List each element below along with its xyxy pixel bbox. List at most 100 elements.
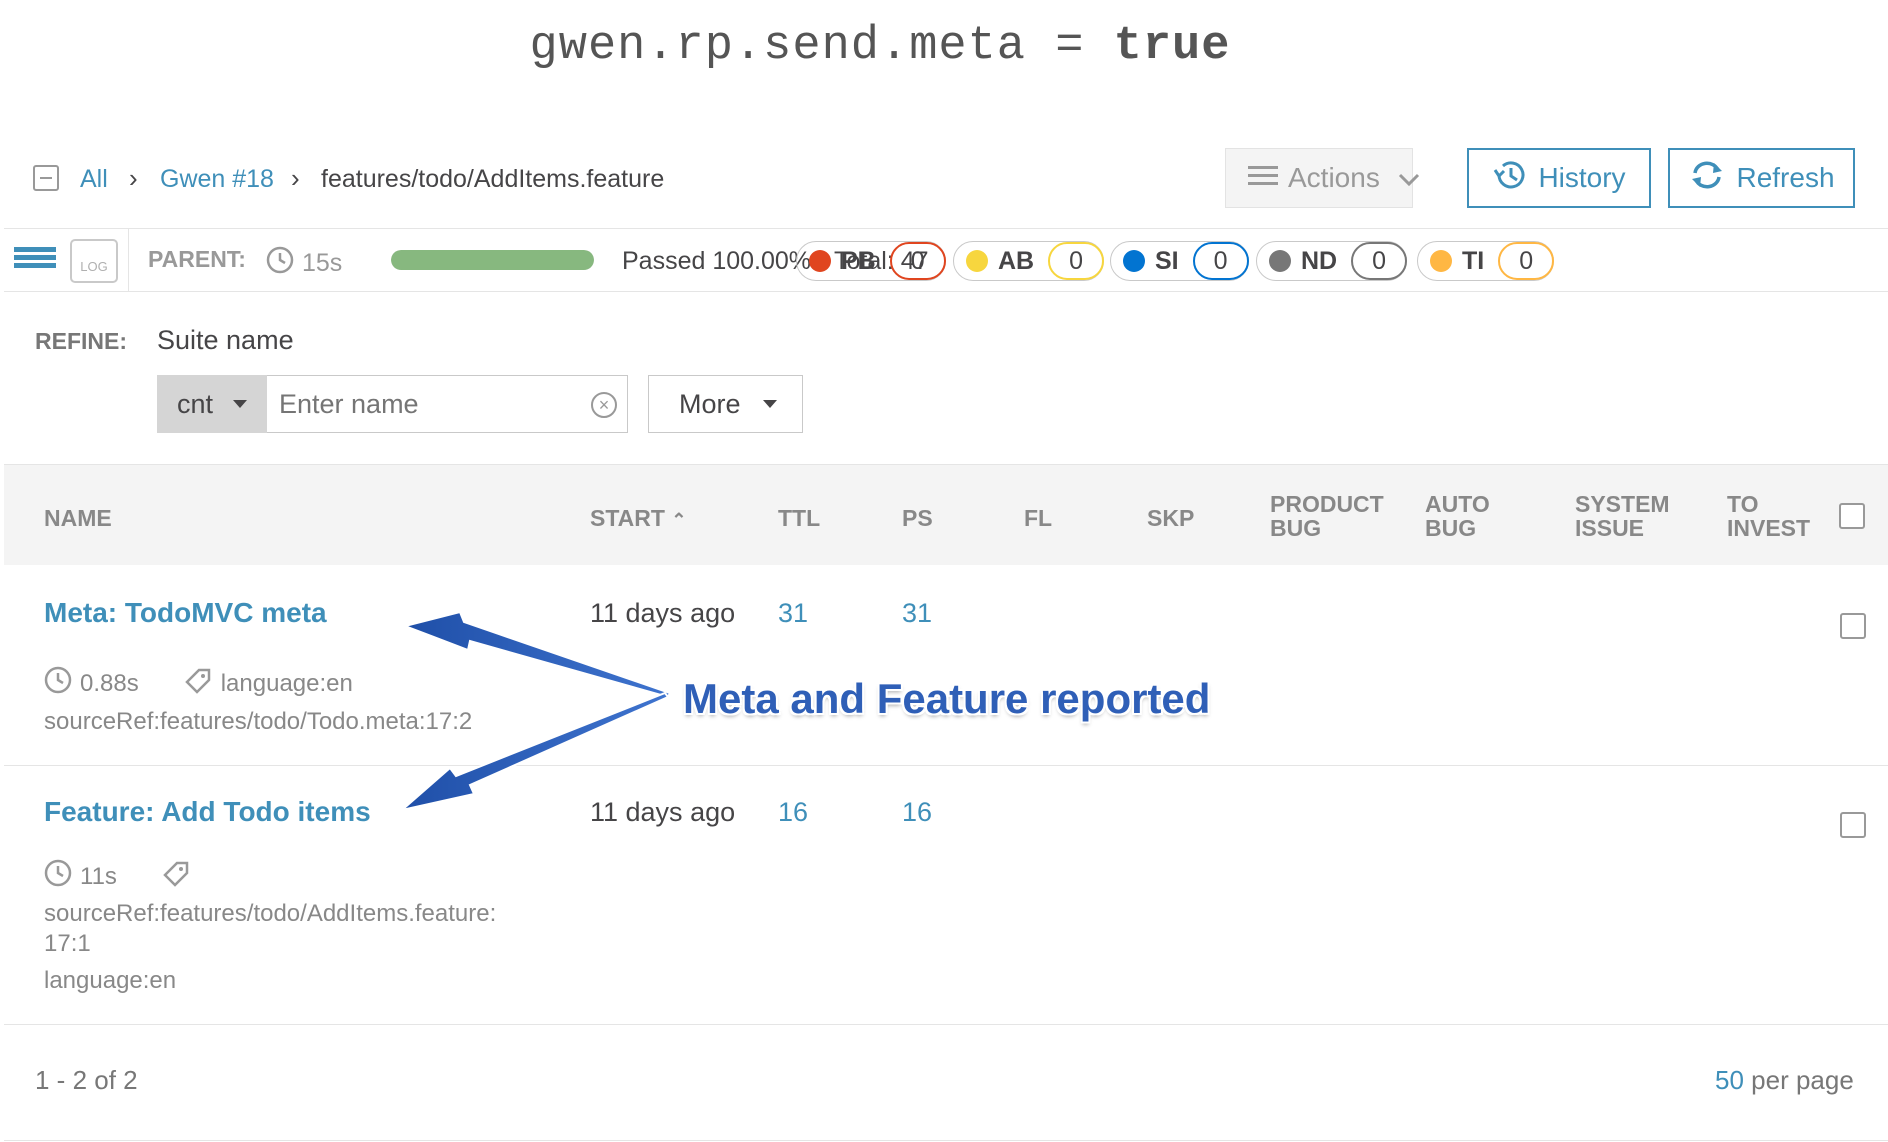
chevron-down-icon <box>1398 162 1420 194</box>
collapse-toggle[interactable] <box>33 165 59 191</box>
column-skp[interactable]: SKP <box>1147 506 1194 530</box>
page-size-value[interactable]: 50 <box>1715 1065 1744 1095</box>
column-fl[interactable]: FL <box>1024 506 1052 530</box>
history-button[interactable]: History <box>1467 148 1651 208</box>
column-auto-bug[interactable]: AUTO BUG <box>1425 492 1490 540</box>
item-meta: 0.88s language:en <box>44 666 353 701</box>
defect-badge-nd[interactable]: ND 0 <box>1256 241 1408 281</box>
breadcrumb-all[interactable]: All <box>80 165 108 194</box>
menu-icon <box>1248 162 1278 194</box>
item-name-link[interactable]: Feature: Add Todo items <box>44 796 371 828</box>
row-checkbox[interactable] <box>1840 613 1866 639</box>
item-ps[interactable]: 31 <box>902 598 932 629</box>
parent-duration: 15s <box>266 246 342 281</box>
refresh-button[interactable]: Refresh <box>1668 148 1855 208</box>
suite-name-input[interactable] <box>267 375 628 433</box>
page-size-selector[interactable]: 50 per page <box>1715 1065 1854 1096</box>
item-start-time: 11 days ago <box>590 797 736 827</box>
column-system-issue[interactable]: SYSTEM ISSUE <box>1575 492 1670 540</box>
item-attribute[interactable]: language:en <box>44 966 544 996</box>
launch-info-bar: LOG PARENT: 15s Passed 100.00% Total: 47… <box>4 228 1888 292</box>
item-attribute[interactable]: language:en <box>221 670 353 698</box>
pass-rate-bar <box>391 250 594 270</box>
column-product-bug[interactable]: PRODUCT BUG <box>1270 492 1384 540</box>
item-ttl[interactable]: 31 <box>778 598 808 629</box>
defect-count: 0 <box>1498 242 1555 280</box>
defect-code: AB <box>998 246 1035 275</box>
more-filters-button[interactable]: More <box>648 375 803 433</box>
more-label: More <box>679 388 741 419</box>
breadcrumb-bar: All › Gwen #18 › features/todo/AddItems.… <box>0 145 1888 215</box>
defect-dot-icon <box>1123 250 1145 272</box>
column-system-issue-line1: SYSTEM <box>1575 491 1670 517</box>
breadcrumb-current: features/todo/AddItems.feature <box>321 165 665 193</box>
clock-icon <box>266 246 294 281</box>
item-meta: 11s <box>44 859 191 894</box>
item-source-ref-line1: sourceRef:features/todo/AddItems.feature… <box>44 900 497 927</box>
column-product-bug-line2: BUG <box>1270 515 1322 541</box>
column-auto-bug-line1: AUTO <box>1425 491 1490 517</box>
list-view-icon[interactable] <box>14 247 56 275</box>
defect-badge-ab[interactable]: AB 0 <box>953 241 1105 281</box>
column-ps[interactable]: PS <box>902 506 933 530</box>
config-banner: gwen.rp.send.meta = true <box>0 20 1760 73</box>
item-duration: 11s <box>80 862 117 890</box>
column-ttl[interactable]: TTL <box>778 506 820 530</box>
suite-name-label: Suite name <box>157 325 294 355</box>
column-start-label: START <box>590 505 665 531</box>
breadcrumb-separator: › <box>129 163 138 193</box>
config-key: gwen.rp.send.meta = <box>529 20 1114 73</box>
item-ttl[interactable]: 16 <box>778 797 808 828</box>
column-to-invest-line2: INVEST <box>1727 515 1811 541</box>
defect-count: 0 <box>1048 242 1105 280</box>
defect-count: 0 <box>889 242 946 280</box>
actions-button[interactable]: Actions <box>1225 148 1419 208</box>
clock-icon <box>44 666 72 701</box>
defect-count: 0 <box>1351 242 1408 280</box>
defect-code: SI <box>1155 246 1179 275</box>
defect-code: PB <box>841 246 876 275</box>
item-source-ref-line2: 17:1 <box>44 930 91 957</box>
item-name-link[interactable]: Meta: TodoMVC meta <box>44 597 327 629</box>
actions-label: Actions <box>1288 162 1380 193</box>
footer-divider <box>4 1140 1888 1141</box>
column-start[interactable]: START ⌃ <box>590 506 686 532</box>
config-value: true <box>1113 20 1231 73</box>
clear-icon[interactable]: × <box>591 392 617 418</box>
parent-label: PARENT: <box>148 246 246 272</box>
item-source-ref: sourceRef:features/todo/Todo.meta:17:2 <box>44 708 473 735</box>
row-divider <box>4 765 1888 766</box>
breadcrumb-separator: › <box>291 163 300 193</box>
history-icon <box>1492 158 1528 199</box>
item-start-time: 11 days ago <box>590 598 736 628</box>
defect-badge-pb[interactable]: PB 0 <box>796 241 946 281</box>
log-view-icon[interactable]: LOG <box>70 239 118 283</box>
row-checkbox[interactable] <box>1840 812 1866 838</box>
history-label: History <box>1538 162 1626 193</box>
parent-duration-value: 15s <box>302 249 343 277</box>
defect-dot-icon <box>1430 250 1452 272</box>
defect-dot-icon <box>966 250 988 272</box>
item-source-ref: sourceRef:features/todo/AddItems.feature… <box>44 899 544 959</box>
column-name[interactable]: NAME <box>44 506 112 530</box>
breadcrumb-launch[interactable]: Gwen #18 <box>160 165 274 194</box>
column-to-invest[interactable]: TO INVEST <box>1727 492 1810 540</box>
refresh-icon <box>1688 159 1726 198</box>
caret-down-icon <box>233 400 248 408</box>
defect-badge-si[interactable]: SI 0 <box>1110 241 1249 281</box>
refine-label: REFINE: <box>35 328 127 354</box>
item-ps[interactable]: 16 <box>902 797 932 828</box>
condition-select[interactable]: cnt <box>157 375 267 433</box>
defect-badge-ti[interactable]: TI 0 <box>1417 241 1555 281</box>
caret-down-icon <box>762 400 777 408</box>
defect-count: 0 <box>1192 242 1249 280</box>
select-all-checkbox[interactable] <box>1839 503 1865 529</box>
sort-asc-icon: ⌃ <box>671 510 687 530</box>
divider <box>128 229 129 291</box>
defect-dot-icon <box>809 250 831 272</box>
annotation-text: Meta and Feature reported <box>683 675 1211 722</box>
column-product-bug-line1: PRODUCT <box>1270 491 1384 517</box>
item-duration: 0.88s <box>80 669 139 697</box>
pass-rate-fill <box>391 250 594 270</box>
tag-icon <box>183 666 213 701</box>
